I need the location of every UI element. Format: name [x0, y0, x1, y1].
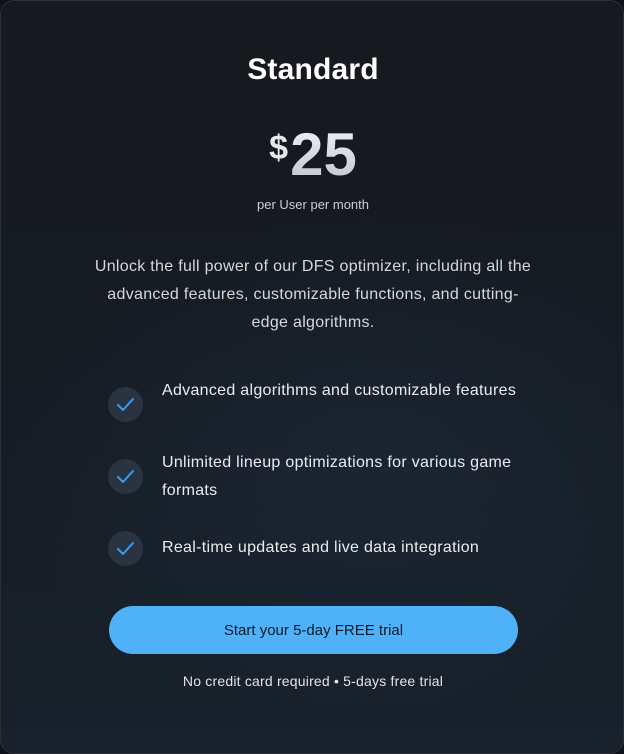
price-amount: 25	[290, 121, 357, 188]
feature-text: Advanced algorithms and customizable fea…	[162, 382, 517, 399]
start-trial-button[interactable]: Start your 5-day FREE trial	[109, 606, 518, 654]
feature-text: Real-time updates and live data integrat…	[162, 539, 480, 556]
trial-footnote: No credit card required • 5-days free tr…	[182, 673, 444, 689]
plan-title: Standard	[247, 53, 379, 86]
plan-description: Unlock the full power of our DFS optimiz…	[94, 258, 532, 331]
currency-symbol: $	[269, 129, 289, 167]
feature-text: Unlimited lineup optimizations for vario…	[162, 454, 512, 499]
check-icon	[108, 459, 143, 494]
check-icon	[108, 531, 143, 566]
pricing-card: Standard $25 per User per month Unlock t…	[0, 0, 624, 754]
price-period: per User per month	[257, 197, 369, 212]
plan-price: $25	[1, 121, 623, 188]
check-icon	[108, 387, 143, 422]
